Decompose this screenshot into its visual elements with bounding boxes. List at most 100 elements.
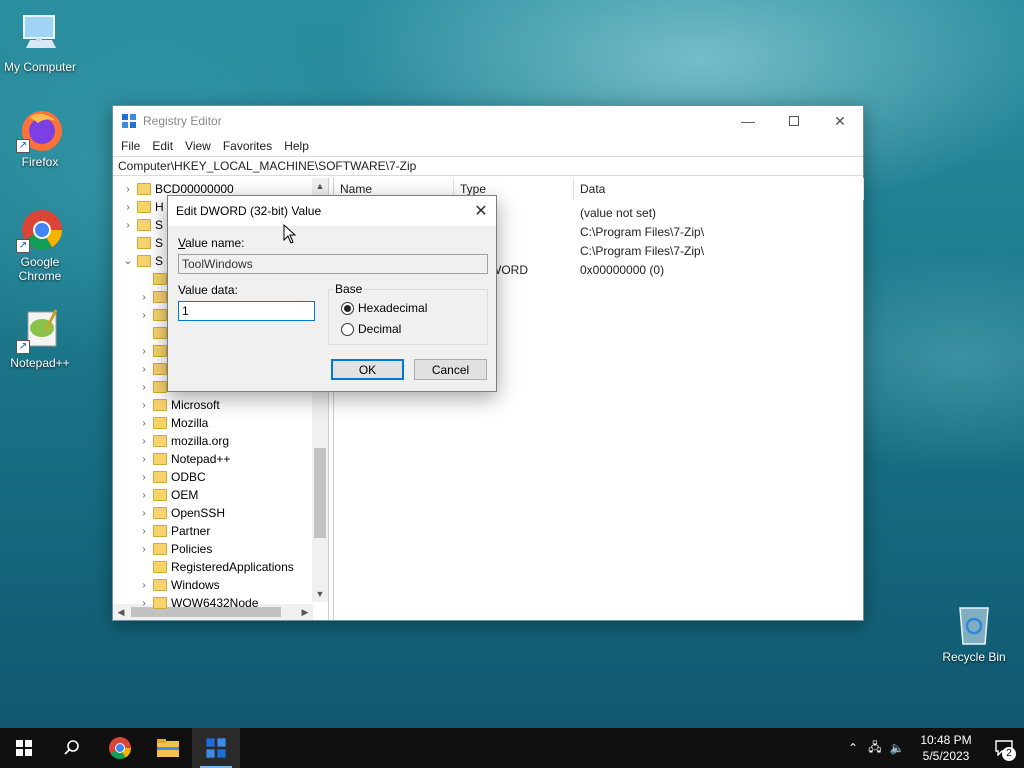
system-tray: ⌃ 🖧 🔈 10:48 PM 5/5/2023 2 bbox=[842, 728, 1024, 768]
radio-checked-icon[interactable] bbox=[341, 301, 354, 315]
desktop-icon-chrome[interactable]: ↗ Google Chrome bbox=[0, 205, 80, 283]
value-data[interactable]: (value not set) bbox=[580, 206, 656, 220]
minimize-button[interactable]: — bbox=[725, 106, 771, 136]
decimal-radio[interactable]: Decimal bbox=[341, 322, 401, 336]
dialog-title-bar[interactable]: Edit DWORD (32-bit) Value ✕ bbox=[168, 196, 496, 226]
tree-item[interactable]: › Partner bbox=[137, 522, 210, 540]
chevron-right-icon[interactable]: › bbox=[137, 580, 151, 591]
notification-center-button[interactable]: 2 bbox=[984, 728, 1024, 768]
desktop-icon-firefox[interactable]: ↗ Firefox bbox=[0, 105, 80, 169]
tree-item[interactable]: › Microsoft bbox=[137, 396, 220, 414]
desktop-icon-recycle-bin[interactable]: Recycle Bin bbox=[934, 600, 1014, 664]
tree-item-label: OEM bbox=[171, 488, 199, 502]
chrome-icon: ↗ bbox=[16, 205, 64, 253]
value-data[interactable]: 0x00000000 (0) bbox=[580, 263, 664, 277]
tree-item[interactable]: RegisteredApplications bbox=[137, 558, 294, 576]
chevron-right-icon[interactable]: › bbox=[137, 400, 151, 411]
tree-item[interactable]: › Policies bbox=[137, 540, 212, 558]
cancel-button[interactable]: Cancel bbox=[414, 359, 487, 380]
menu-file[interactable]: File bbox=[115, 139, 146, 153]
shortcut-arrow-icon: ↗ bbox=[16, 239, 30, 253]
chevron-right-icon[interactable]: › bbox=[137, 472, 151, 483]
tree-item[interactable]: › Mozilla bbox=[137, 414, 208, 432]
volume-icon[interactable]: 🔈 bbox=[886, 741, 908, 755]
tree-item-label: Microsoft bbox=[171, 398, 220, 412]
start-button[interactable] bbox=[0, 728, 48, 768]
clock[interactable]: 10:48 PM 5/5/2023 bbox=[908, 732, 984, 764]
taskbar-registry-editor[interactable] bbox=[192, 728, 240, 768]
desktop-icon-notepadpp[interactable]: ↗ Notepad++ bbox=[0, 306, 80, 370]
scroll-down-arrow-icon[interactable]: ▼ bbox=[312, 586, 328, 602]
ok-button[interactable]: OK bbox=[331, 359, 404, 380]
scroll-thumb[interactable] bbox=[314, 448, 326, 538]
value-data-field[interactable] bbox=[178, 301, 315, 321]
hexadecimal-radio[interactable]: Hexadecimal bbox=[341, 301, 427, 315]
menu-help[interactable]: Help bbox=[278, 139, 315, 153]
chevron-right-icon[interactable]: › bbox=[137, 310, 151, 321]
scroll-up-arrow-icon[interactable]: ▲ bbox=[312, 178, 328, 194]
taskbar-chrome[interactable] bbox=[96, 728, 144, 768]
menu-favorites[interactable]: Favorites bbox=[217, 139, 278, 153]
chevron-right-icon[interactable]: › bbox=[137, 292, 151, 303]
chevron-right-icon[interactable]: › bbox=[121, 202, 135, 213]
dialog-close-button[interactable]: ✕ bbox=[466, 196, 496, 226]
show-hidden-icons-chevron-icon[interactable]: ⌃ bbox=[842, 741, 864, 755]
desktop-icon-my-computer[interactable]: My Computer bbox=[0, 10, 80, 74]
chevron-right-icon[interactable]: › bbox=[137, 454, 151, 465]
chevron-right-icon[interactable]: › bbox=[137, 364, 151, 375]
tree-item[interactable] bbox=[137, 324, 171, 342]
desktop-icon-label: My Computer bbox=[3, 60, 77, 74]
tree-item[interactable]: › bbox=[137, 378, 171, 396]
tree-item[interactable]: › H bbox=[121, 198, 163, 216]
tree-item[interactable]: › bbox=[137, 360, 171, 378]
folder-icon bbox=[153, 579, 167, 591]
tree-item[interactable]: › S bbox=[121, 216, 163, 234]
tree-item[interactable]: S bbox=[121, 234, 163, 252]
chevron-down-icon[interactable]: ⌄ bbox=[121, 256, 135, 267]
scroll-right-arrow-icon[interactable]: ▶ bbox=[297, 604, 313, 620]
scroll-left-arrow-icon[interactable]: ◀ bbox=[113, 604, 129, 620]
maximize-button[interactable] bbox=[771, 106, 817, 136]
menu-view[interactable]: View bbox=[179, 139, 217, 153]
taskbar-file-explorer[interactable] bbox=[144, 728, 192, 768]
chevron-right-icon[interactable]: › bbox=[121, 220, 135, 231]
tree-item[interactable]: ⌄ S bbox=[121, 252, 163, 270]
desktop-icon-label: Notepad++ bbox=[10, 356, 70, 370]
tree-item[interactable]: › Windows bbox=[137, 576, 219, 594]
tree-item[interactable]: › OpenSSH bbox=[137, 504, 225, 522]
value-data[interactable]: C:\Program Files\7-Zip\ bbox=[580, 244, 704, 258]
tree-item-label: S bbox=[155, 236, 164, 250]
tree-item[interactable]: › ODBC bbox=[137, 468, 205, 486]
value-name-field[interactable] bbox=[178, 254, 488, 274]
value-data[interactable]: C:\Program Files\7-Zip\ bbox=[580, 225, 704, 239]
radio-unchecked-icon[interactable] bbox=[341, 322, 354, 336]
tree-item-label: RegisteredApplications bbox=[171, 560, 294, 574]
chevron-right-icon[interactable]: › bbox=[137, 418, 151, 429]
chevron-right-icon[interactable]: › bbox=[137, 598, 151, 609]
tree-item[interactable]: › mozilla.org bbox=[137, 432, 229, 450]
chevron-right-icon[interactable]: › bbox=[121, 184, 135, 195]
menu-edit[interactable]: Edit bbox=[146, 139, 179, 153]
chevron-right-icon[interactable]: › bbox=[137, 436, 151, 447]
network-icon[interactable]: 🖧 bbox=[864, 738, 886, 759]
search-button[interactable] bbox=[48, 728, 96, 768]
column-data[interactable]: Data bbox=[574, 178, 864, 200]
tree-item[interactable] bbox=[137, 270, 171, 288]
window-title: Registry Editor bbox=[143, 114, 222, 128]
tree-item[interactable]: › WOW6432Node bbox=[137, 594, 258, 612]
tree-item[interactable]: › bbox=[137, 288, 171, 306]
tree-item[interactable]: › bbox=[137, 342, 171, 360]
chevron-right-icon[interactable]: › bbox=[137, 544, 151, 555]
address-bar[interactable]: Computer\HKEY_LOCAL_MACHINE\SOFTWARE\7-Z… bbox=[113, 156, 863, 176]
chevron-right-icon[interactable]: › bbox=[137, 346, 151, 357]
chevron-right-icon[interactable]: › bbox=[137, 382, 151, 393]
close-button[interactable]: ✕ bbox=[817, 106, 863, 136]
chevron-right-icon[interactable]: › bbox=[137, 490, 151, 501]
chevron-right-icon[interactable]: › bbox=[137, 508, 151, 519]
title-bar[interactable]: Registry Editor — ✕ bbox=[113, 106, 863, 136]
tree-item[interactable]: › Notepad++ bbox=[137, 450, 230, 468]
chevron-right-icon[interactable]: › bbox=[137, 526, 151, 537]
edit-dword-dialog[interactable]: Edit DWORD (32-bit) Value ✕ Value name: … bbox=[167, 195, 497, 392]
tree-item[interactable]: › bbox=[137, 306, 171, 324]
tree-item[interactable]: › OEM bbox=[137, 486, 198, 504]
